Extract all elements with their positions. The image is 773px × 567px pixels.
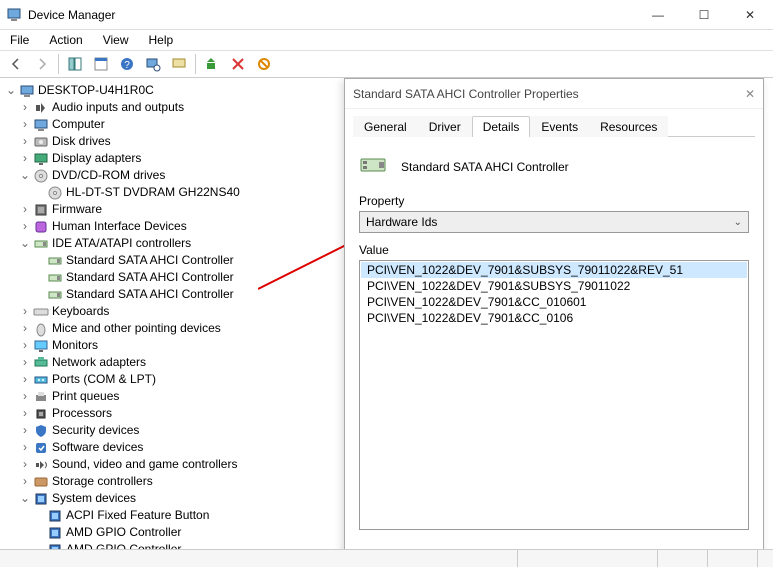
window-title: Device Manager — [28, 8, 635, 22]
forward-button[interactable] — [30, 52, 54, 76]
svg-text:?: ? — [124, 60, 130, 71]
main-body: ⌄DESKTOP-U4H1R0C›Audio inputs and output… — [0, 78, 773, 549]
device-button[interactable] — [167, 52, 191, 76]
tab-details[interactable]: Details — [472, 116, 531, 137]
device-icon — [359, 153, 391, 180]
property-value: Hardware Ids — [366, 215, 437, 229]
app-icon — [6, 7, 22, 23]
menu-help[interactable]: Help — [143, 31, 180, 49]
properties-dialog: Standard SATA AHCI Controller Properties… — [344, 78, 764, 549]
back-button[interactable] — [4, 52, 28, 76]
close-button[interactable]: ✕ — [727, 0, 773, 30]
value-listbox[interactable]: PCI\VEN_1022&DEV_7901&SUBSYS_79011022&RE… — [359, 260, 749, 530]
minimize-button[interactable]: — — [635, 0, 681, 30]
value-item[interactable]: PCI\VEN_1022&DEV_7901&CC_0106 — [361, 310, 747, 326]
uninstall-button[interactable] — [226, 52, 250, 76]
chevron-down-icon: ⌄ — [734, 217, 742, 228]
menu-bar: File Action View Help — [0, 30, 773, 50]
scan-button[interactable] — [141, 52, 165, 76]
help-button[interactable]: ? — [115, 52, 139, 76]
dialog-title-bar: Standard SATA AHCI Controller Properties… — [345, 79, 763, 109]
property-label: Property — [359, 194, 749, 208]
maximize-button[interactable]: ☐ — [681, 0, 727, 30]
property-dropdown[interactable]: Hardware Ids ⌄ — [359, 211, 749, 233]
dialog-close-icon[interactable]: ✕ — [745, 87, 755, 101]
tab-resources[interactable]: Resources — [589, 116, 668, 137]
device-name: Standard SATA AHCI Controller — [401, 160, 569, 174]
dialog-title: Standard SATA AHCI Controller Properties — [353, 87, 579, 101]
value-item[interactable]: PCI\VEN_1022&DEV_7901&SUBSYS_79011022 — [361, 278, 747, 294]
title-bar: Device Manager — ☐ ✕ — [0, 0, 773, 30]
tab-events[interactable]: Events — [530, 116, 589, 137]
menu-file[interactable]: File — [4, 31, 35, 49]
toolbar: ? — [0, 50, 773, 78]
value-item[interactable]: PCI\VEN_1022&DEV_7901&SUBSYS_79011022&RE… — [361, 262, 747, 278]
properties-button[interactable] — [89, 52, 113, 76]
tab-bar: General Driver Details Events Resources — [353, 115, 755, 137]
value-label: Value — [359, 243, 749, 257]
tab-driver[interactable]: Driver — [418, 116, 472, 137]
tab-general[interactable]: General — [353, 116, 418, 137]
menu-action[interactable]: Action — [43, 31, 88, 49]
disable-button[interactable] — [252, 52, 276, 76]
value-item[interactable]: PCI\VEN_1022&DEV_7901&CC_010601 — [361, 294, 747, 310]
show-hide-tree-button[interactable] — [63, 52, 87, 76]
update-driver-button[interactable] — [200, 52, 224, 76]
status-bar — [0, 549, 773, 567]
menu-view[interactable]: View — [97, 31, 135, 49]
